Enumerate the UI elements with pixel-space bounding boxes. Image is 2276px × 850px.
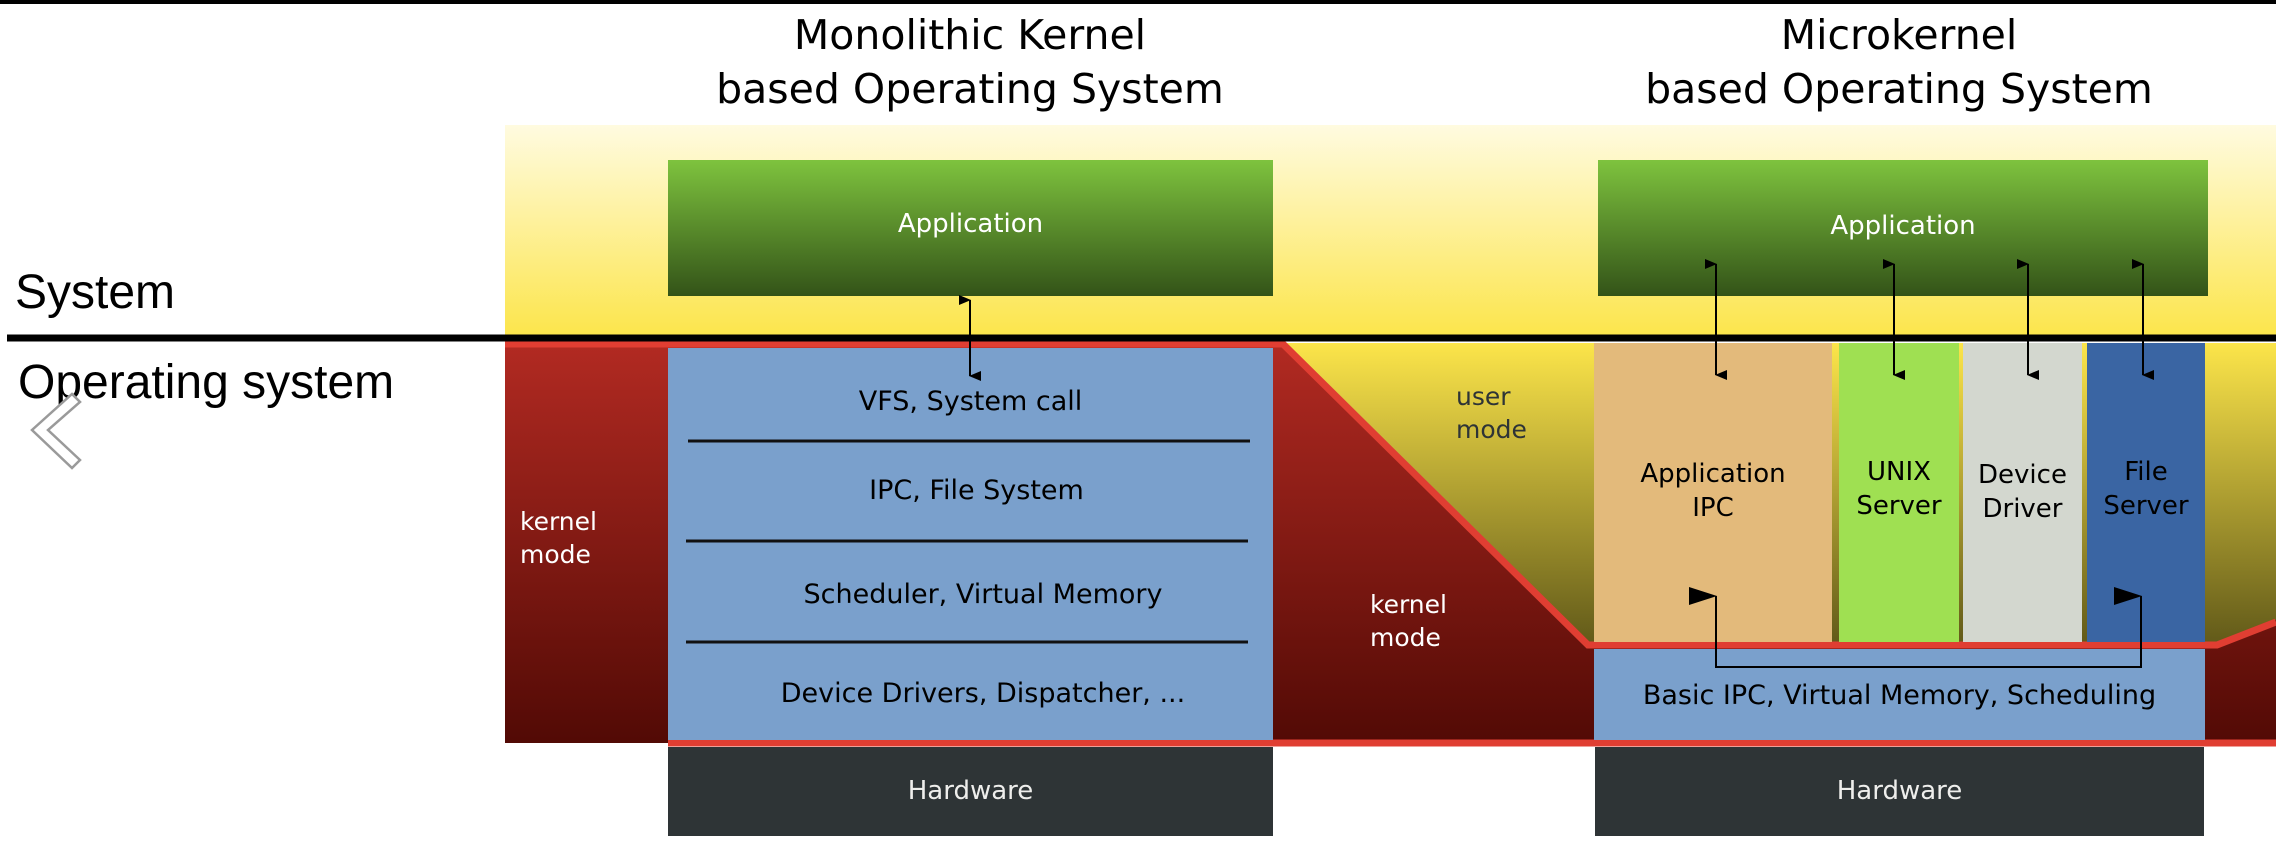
kernel-mode-line-1: kernel	[1370, 590, 1447, 619]
layer-vfs-syscall: VFS, System call	[858, 386, 1083, 417]
server-unix: UNIX Server	[1839, 343, 1959, 642]
micro-application-label: Application	[1830, 211, 1976, 241]
server-label: Application IPC	[1594, 457, 1832, 525]
server-label-line: Driver	[1982, 494, 2063, 524]
user-mode-label: user mode	[1456, 380, 1556, 446]
server-label: File Server	[2087, 455, 2205, 523]
micro-hardware-label: Hardware	[1836, 776, 1963, 806]
server-file: File Server	[2087, 343, 2205, 642]
monolithic-layers: VFS, System call IPC, File System Schedu…	[668, 348, 1273, 740]
micro-kernel-mode-label: kernel mode	[1370, 588, 1470, 654]
server-label-line: Device	[1978, 460, 2067, 490]
server-label-line: UNIX	[1867, 457, 1931, 487]
microkernel-label: Basic IPC, Virtual Memory, Scheduling	[1642, 680, 2157, 711]
server-device-driver: Device Driver	[1963, 343, 2082, 642]
server-label: Device Driver	[1963, 458, 2082, 526]
kernel-mode-line-2: mode	[1370, 623, 1441, 652]
monolithic-title-line-1: Monolithic Kernel	[793, 11, 1147, 59]
monolithic-title-line-2: based Operating System	[716, 65, 1224, 113]
monolithic-application-label: Application	[897, 209, 1044, 239]
top-border	[0, 0, 2276, 4]
server-label-line: Application	[1640, 459, 1786, 489]
server-label-line: File	[2124, 457, 2168, 487]
monolithic-kernel-mode-label: kernel mode	[520, 505, 635, 571]
microkernel-title-line-1: Microkernel	[1780, 11, 2018, 59]
microkernel-title-line-2: based Operating System	[1645, 65, 2153, 113]
layer-scheduler-vm: Scheduler, Virtual Memory	[803, 579, 1163, 610]
microkernel-title: Microkernel based Operating System	[1549, 8, 2249, 116]
layer-ipc-fs: IPC, File System	[869, 475, 1084, 506]
kernel-mode-line-1: kernel	[520, 507, 597, 536]
user-mode-line-2: mode	[1456, 415, 1527, 444]
previous-button[interactable]	[28, 390, 84, 470]
system-label: System	[15, 266, 176, 319]
user-mode-line-1: user	[1456, 382, 1511, 411]
layer-device-drivers: Device Drivers, Dispatcher, ...	[780, 678, 1186, 709]
server-label-line: IPC	[1692, 493, 1734, 523]
kernel-mode-line-2: mode	[520, 540, 591, 569]
server-label-line: Server	[1856, 491, 1942, 521]
server-label-line: Server	[2103, 491, 2189, 521]
chevron-left-icon	[30, 392, 82, 470]
monolithic-hardware-label: Hardware	[907, 776, 1034, 806]
server-label: UNIX Server	[1839, 455, 1959, 523]
monolithic-title: Monolithic Kernel based Operating System	[620, 8, 1320, 116]
server-application-ipc: Application IPC	[1594, 343, 1832, 642]
